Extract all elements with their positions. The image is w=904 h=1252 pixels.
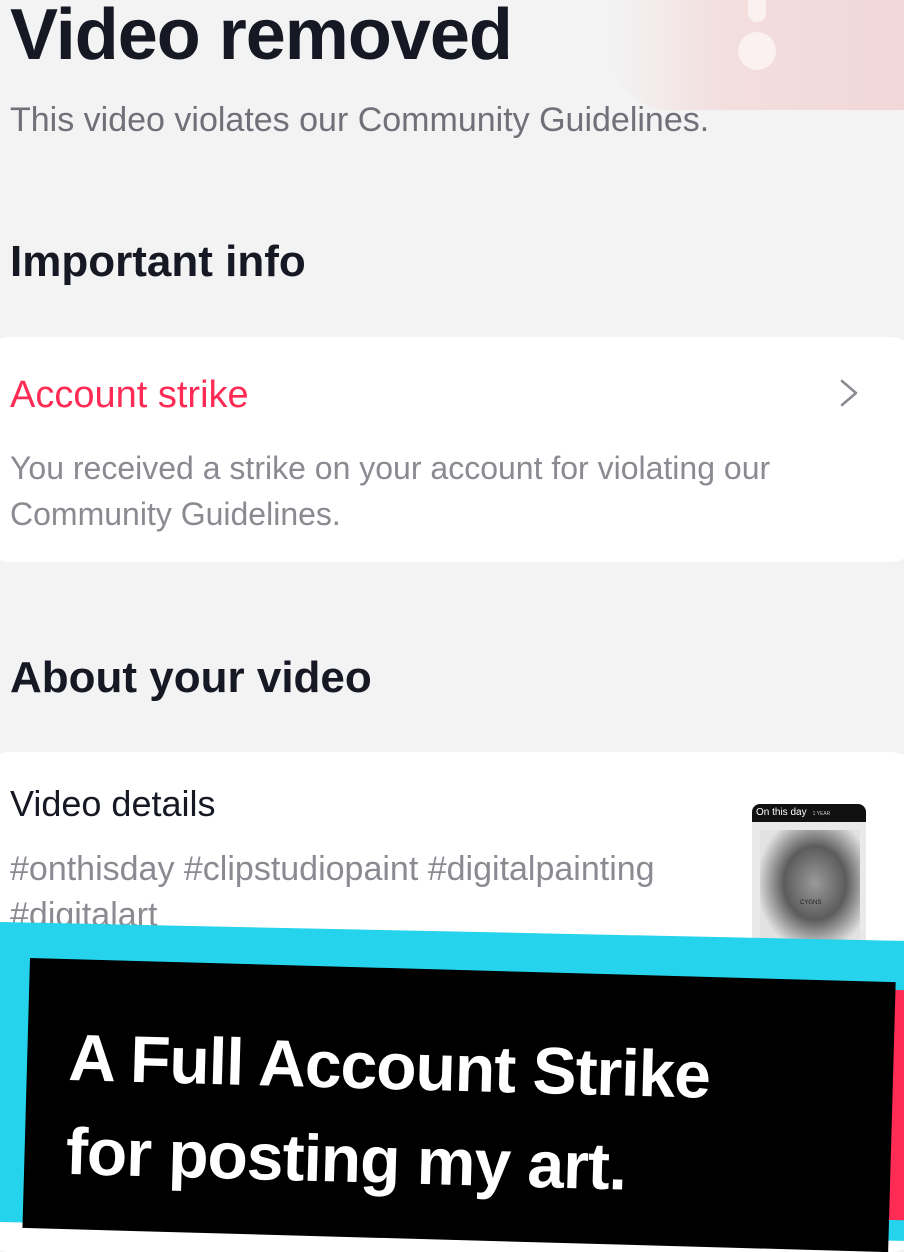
thumbnail-header-text: On this day: [756, 807, 807, 818]
account-strike-card[interactable]: Account strike You received a strike on …: [0, 337, 904, 562]
overlay-caption: A Full Account Strike for posting my art…: [65, 1010, 870, 1220]
important-info-heading: Important info: [10, 237, 306, 286]
thumbnail-artwork: [760, 830, 860, 948]
warning-icon-bar: [748, 0, 766, 22]
thumbnail-art-label: CYGNS: [800, 900, 822, 906]
warning-icon-dot: [738, 32, 776, 70]
account-strike-title: Account strike: [10, 374, 249, 416]
chevron-right-icon[interactable]: [832, 377, 864, 409]
video-thumbnail[interactable]: On this day 1 YEAR CYGNS: [752, 804, 866, 952]
about-video-heading: About your video: [10, 653, 372, 702]
page-subtitle: This video violates our Community Guidel…: [10, 101, 710, 139]
page-title: Video removed: [10, 0, 513, 75]
account-strike-description: You received a strike on your account fo…: [10, 450, 771, 532]
warning-icon: [610, 0, 904, 110]
thumbnail-header: On this day 1 YEAR: [752, 804, 866, 822]
video-details-label: Video details: [10, 783, 216, 824]
thumbnail-header-subtext: 1 YEAR: [812, 811, 831, 817]
